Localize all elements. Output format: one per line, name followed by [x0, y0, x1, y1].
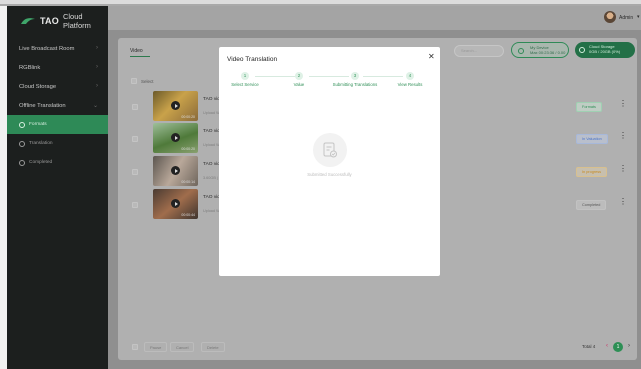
cloud-icon	[579, 47, 585, 53]
tab-active-indicator	[130, 56, 150, 57]
translation-icon	[19, 140, 25, 147]
select-all[interactable]: Select	[131, 78, 154, 84]
row-checkbox[interactable]	[132, 136, 138, 142]
list-footer: Pause Cancel Delete Total 4 ‹ 1 ›	[128, 340, 630, 354]
search-input[interactable]: Search...	[454, 45, 504, 57]
footer-select-checkbox[interactable]	[132, 344, 138, 350]
video-duration: 00:00:20	[181, 147, 195, 151]
pause-button[interactable]: Pause	[144, 342, 168, 352]
status-badge: In Valuation	[576, 134, 608, 144]
step-label: View Results	[397, 82, 423, 87]
more-icon[interactable]: ⋮	[619, 132, 627, 140]
completed-icon	[19, 159, 25, 166]
chevron-right-icon: ›	[96, 83, 98, 89]
status-badge: Formats	[576, 102, 602, 112]
step-label: Select Service	[231, 82, 259, 87]
select-label: Select	[141, 78, 154, 84]
video-thumbnail[interactable]: 00:00:20	[153, 123, 198, 153]
total-count: Total 4	[582, 344, 596, 349]
cloud-storage-button[interactable]: Cloud Storage 0GB / 20GB (0%)	[575, 42, 635, 58]
step-number: 3	[351, 72, 359, 80]
tab-video[interactable]: Video	[130, 48, 143, 54]
brand-logo[interactable]: TAO Cloud Platform	[20, 12, 108, 30]
sidebar-subitem-label: Completed	[29, 160, 53, 165]
play-icon[interactable]	[171, 133, 180, 142]
row-checkbox[interactable]	[132, 202, 138, 208]
page-number-current[interactable]: 1	[613, 342, 623, 352]
video-thumbnail[interactable]: 00:00:44	[153, 189, 198, 219]
sidebar-item-label: Offline Translation	[19, 102, 66, 109]
sidebar-item-label: Cloud Storage	[19, 83, 57, 90]
tab-bar: Video	[130, 48, 150, 57]
sidebar-item-offline-translation[interactable]: Offline Translation ⌄	[7, 96, 108, 115]
avatar[interactable]	[604, 11, 616, 23]
user-name[interactable]: Admin	[619, 15, 633, 21]
sidebar-item-label: Live Broadcast Room	[19, 45, 75, 52]
device-sub: Max 00:23:36 / 0.00	[530, 49, 566, 55]
chevron-right-icon: ›	[96, 45, 98, 51]
sidebar-subitem-formats[interactable]: Formats	[7, 115, 108, 134]
step-label: Value	[293, 82, 305, 87]
my-device-button[interactable]: My Device Max 00:23:36 / 0.00	[511, 42, 569, 58]
step-submitting: 3 Submitting Translations	[330, 72, 380, 87]
sidebar-item-live-broadcast[interactable]: Live Broadcast Room ›	[7, 39, 108, 58]
sidebar: TAO Cloud Platform Live Broadcast Room ›…	[7, 6, 108, 369]
video-translation-dialog: Video Translation ✕ 1 Select Service 2 V…	[219, 47, 440, 276]
step-view-results: 4 View Results	[385, 72, 435, 87]
row-checkbox[interactable]	[132, 169, 138, 175]
step-number: 2	[295, 72, 303, 80]
chevron-right-icon: ›	[96, 64, 98, 70]
play-icon[interactable]	[171, 101, 180, 110]
sidebar-subitem-completed[interactable]: Completed	[7, 153, 108, 172]
dialog-title: Video Translation	[227, 56, 278, 63]
submitted-success-icon	[313, 133, 347, 167]
video-thumbnail[interactable]: 00:00:14	[153, 156, 198, 186]
sidebar-nav: Live Broadcast Room › RGBlink › Cloud St…	[7, 39, 108, 172]
play-icon[interactable]	[171, 166, 180, 175]
window-left-edge	[0, 6, 7, 369]
step-select-service: 1 Select Service	[220, 72, 270, 87]
more-icon[interactable]: ⋮	[619, 100, 627, 108]
video-thumbnail[interactable]: 00:00:20	[153, 91, 198, 121]
sidebar-subitem-label: Formats	[29, 122, 47, 127]
chevron-down-icon: ⌄	[92, 103, 98, 109]
step-number: 1	[241, 72, 249, 80]
delete-button[interactable]: Delete	[201, 342, 225, 352]
row-checkbox[interactable]	[132, 104, 138, 110]
caret-down-icon[interactable]: ▾	[637, 14, 640, 20]
logo-text: TAO	[40, 16, 59, 26]
video-duration: 00:00:44	[181, 213, 195, 217]
cancel-button[interactable]: Cancel	[170, 342, 195, 352]
success-message: Submitted Successfully	[307, 172, 352, 177]
step-number: 4	[406, 72, 414, 80]
video-duration: 00:00:14	[181, 180, 195, 184]
sidebar-item-label: RGBlink	[19, 64, 41, 71]
sidebar-subitem-label: Translation	[29, 141, 53, 146]
more-icon[interactable]: ⋮	[619, 165, 627, 173]
sidebar-subitem-translation[interactable]: Translation	[7, 134, 108, 153]
device-icon	[518, 48, 524, 54]
close-icon[interactable]: ✕	[428, 52, 435, 61]
status-badge: Completed	[576, 200, 607, 210]
tao-logo-icon	[20, 17, 36, 25]
sidebar-item-cloud-storage[interactable]: Cloud Storage ›	[7, 77, 108, 96]
step-value: 2 Value	[274, 72, 324, 87]
next-page-icon[interactable]: ›	[628, 343, 630, 349]
top-header: Admin ▾	[108, 6, 641, 30]
status-badge: In progress	[576, 167, 607, 177]
cloud-sub: 0GB / 20GB (0%)	[589, 48, 621, 54]
prev-page-icon[interactable]: ‹	[606, 343, 608, 349]
formats-icon	[19, 121, 25, 128]
platform-name: Cloud Platform	[62, 12, 91, 30]
select-all-checkbox[interactable]	[131, 78, 137, 84]
sidebar-item-rgblink[interactable]: RGBlink ›	[7, 58, 108, 77]
more-icon[interactable]: ⋮	[619, 198, 627, 206]
step-label: Submitting Translations	[332, 82, 378, 87]
play-icon[interactable]	[171, 199, 180, 208]
video-duration: 00:00:20	[181, 115, 195, 119]
